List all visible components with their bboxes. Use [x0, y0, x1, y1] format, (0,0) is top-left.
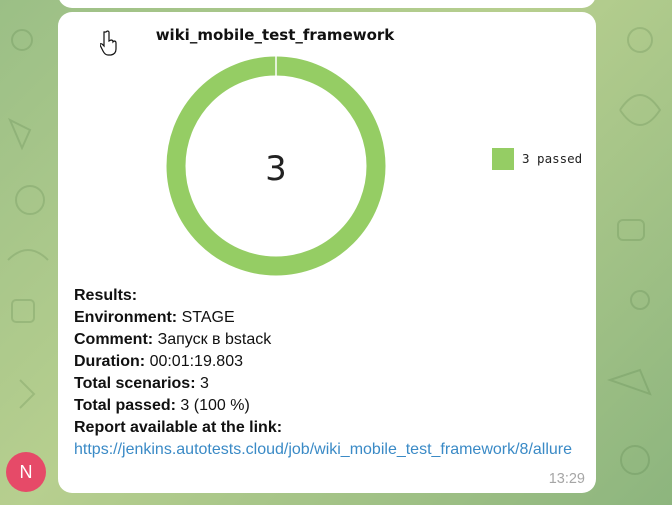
- total-passed-line: Total passed: 3 (100 %): [74, 397, 250, 414]
- environment-line: Environment: STAGE: [74, 309, 235, 326]
- legend-label: 3 passed: [522, 151, 583, 166]
- legend-swatch: [492, 148, 514, 170]
- total-scenarios-line: Total scenarios: 3: [74, 375, 209, 392]
- previous-message-bubble: [58, 0, 596, 8]
- chart-center-label: 3: [265, 149, 287, 189]
- duration-line: Duration: 00:01:19.803: [74, 353, 243, 370]
- hand-cursor-icon: [100, 30, 117, 56]
- report-link-label: Report available at the link:: [74, 419, 283, 436]
- message-bubble: wiki_mobile_test_framework 3 3 passed Re…: [58, 12, 596, 493]
- report-link[interactable]: https://jenkins.autotests.cloud/job/wiki…: [74, 441, 572, 458]
- results-text: Results: Environment: STAGE Comment: Зап…: [74, 285, 589, 461]
- donut-chart: 3: [166, 56, 386, 276]
- avatar[interactable]: N: [6, 452, 46, 492]
- results-heading: Results:: [74, 287, 138, 304]
- chart-title: wiki_mobile_test_framework: [155, 26, 395, 44]
- comment-line: Comment: Запуск в bstack: [74, 331, 272, 348]
- message-time: 13:29: [548, 471, 585, 487]
